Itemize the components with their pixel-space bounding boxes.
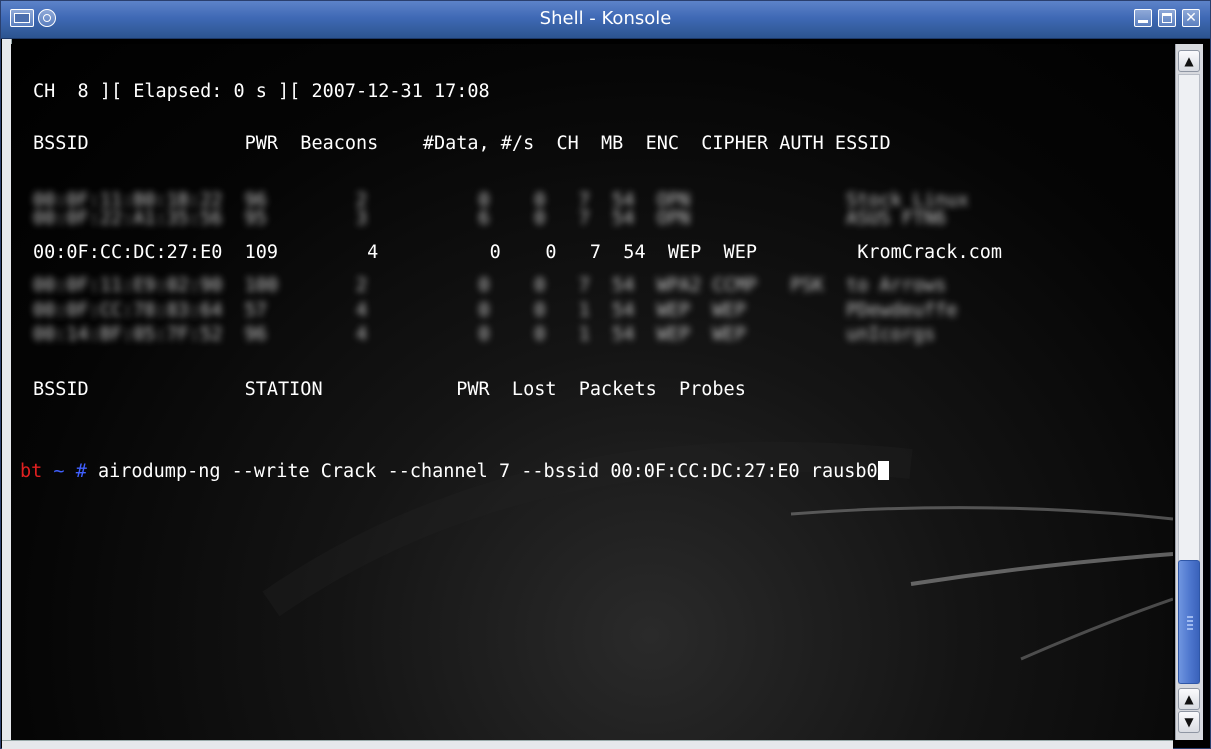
window-title: Shell - Konsole (539, 8, 672, 29)
command-line[interactable]: bt ~ # airodump-ng --write Crack --chann… (20, 461, 889, 483)
vertical-scrollbar[interactable]: ▲ ▲ ▼ (1175, 44, 1203, 740)
blurred-ap-row: 00:0F:CC:78:83:64 57 4 0 0 1 54 WEP WEP … (33, 300, 958, 321)
minimize-icon[interactable] (1134, 9, 1152, 27)
prompt-symbol: # (75, 461, 87, 482)
target-ap-row: 00:0F:CC:DC:27:E0 109 4 0 0 7 54 WEP WEP… (33, 242, 1003, 263)
scroll-thumb[interactable] (1178, 560, 1200, 684)
scroll-up-icon[interactable]: ▲ (1178, 688, 1200, 710)
blurred-ap-row: 00:14:BF:05:7F:52 96 4 0 0 1 54 WEP WEP … (33, 324, 936, 345)
scroll-down-icon[interactable]: ▼ (1178, 711, 1200, 733)
grip-icon (1187, 616, 1193, 630)
terminal-area[interactable]: CH 8 ][ Elapsed: 0 s ][ 2007-12-31 17:08… (11, 44, 1173, 740)
title-bar[interactable]: Shell - Konsole ✕ (1, 1, 1210, 39)
konsole-window: Shell - Konsole ✕ CH 8 ][ Elapsed: 0 s ]… (0, 0, 1211, 749)
text-cursor (877, 461, 889, 480)
maximize-icon[interactable] (1158, 9, 1176, 27)
prompt-host: bt (20, 461, 43, 482)
window-bottom-frame (2, 740, 1173, 749)
prompt-path: ~ (42, 461, 76, 482)
ap-table-header: BSSID PWR Beacons #Data, #/s CH MB ENC C… (33, 133, 891, 154)
status-line: CH 8 ][ Elapsed: 0 s ][ 2007-12-31 17:08 (33, 81, 490, 102)
blurred-ap-row: 00:0F:11:E9:02:90 100 2 0 0 7 54 WPA2 CC… (33, 275, 947, 296)
station-table-header: BSSID STATION PWR Lost Packets Probes (33, 379, 746, 400)
scroll-up-icon[interactable]: ▲ (1178, 50, 1200, 72)
command-text: airodump-ng --write Crack --channel 7 --… (86, 461, 878, 482)
close-icon[interactable]: ✕ (1182, 9, 1200, 27)
blurred-ap-row: 00:0F:22:A1:35:56 95 3 6 0 7 54 OPN ASUS… (33, 208, 947, 229)
